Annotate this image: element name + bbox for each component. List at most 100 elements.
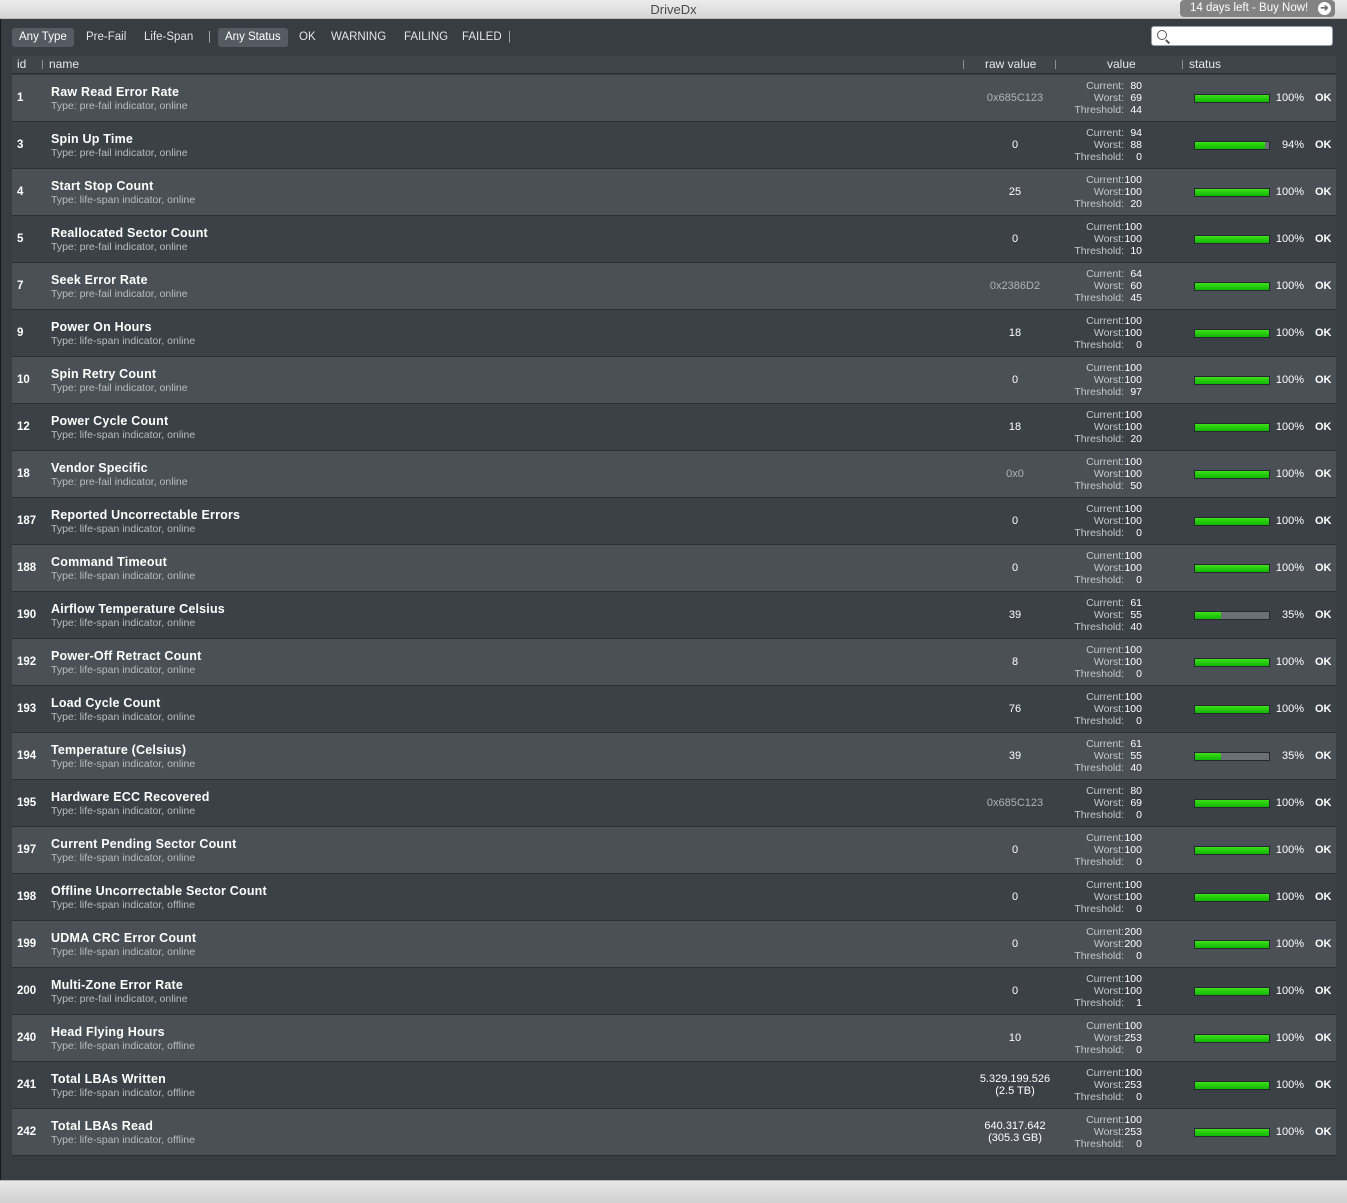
filter-any-type[interactable]: Any Type (12, 28, 74, 47)
search-input[interactable] (1172, 28, 1327, 43)
filter-ok[interactable]: OK (299, 28, 316, 47)
status-label: OK (1315, 609, 1332, 621)
search-field[interactable] (1151, 26, 1333, 46)
health-bar (1194, 1128, 1270, 1137)
attribute-type: Type: life-span indicator, online (51, 805, 196, 817)
attribute-type: Type: pre-fail indicator, online (51, 241, 188, 253)
value-block: Current: 80 Worst: 69 Threshold: 44 (1052, 80, 1152, 116)
health-bar (1194, 940, 1270, 949)
table-row[interactable]: 5 Reallocated Sector Count Type: pre-fail … (12, 216, 1336, 263)
table-row[interactable]: 187 Reported Uncorrectable Errors Type: li… (12, 498, 1336, 545)
current-label: Current: (1086, 1114, 1124, 1126)
current-value: 80 (1130, 785, 1142, 797)
column-header-status[interactable]: status (1189, 57, 1221, 71)
current-label: Current: (1086, 409, 1124, 421)
health-bar-fill (1195, 471, 1269, 478)
column-resize-handle[interactable] (963, 60, 964, 69)
table-row[interactable]: 9 Power On Hours Type: life-span indicator… (12, 310, 1336, 357)
table-row[interactable]: 10 Spin Retry Count Type: pre-fail indicat… (12, 357, 1336, 404)
table-row[interactable]: 193 Load Cycle Count Type: life-span indic… (12, 686, 1336, 733)
worst-value: 100 (1124, 233, 1142, 245)
threshold-value: 0 (1136, 903, 1142, 915)
worst-label: Worst: (1093, 703, 1124, 715)
attribute-type: Type: life-span indicator, online (51, 711, 196, 723)
table-row[interactable]: 241 Total LBAs Written Type: life-span ind… (12, 1062, 1336, 1109)
current-label: Current: (1086, 644, 1124, 656)
worst-value: 253 (1124, 1032, 1142, 1044)
attribute-name: Load Cycle Count (51, 696, 161, 710)
filter-pre-fail[interactable]: Pre-Fail (86, 28, 126, 47)
filter-failing[interactable]: FAILING (404, 28, 448, 47)
status-label: OK (1315, 280, 1332, 292)
table-row[interactable]: 199 UDMA CRC Error Count Type: life-span i… (12, 921, 1336, 968)
current-label: Current: (1086, 1067, 1124, 1079)
filter-failed[interactable]: FAILED (462, 28, 502, 47)
value-block: Current: 100 Worst: 100 Threshold: 0 (1052, 644, 1152, 680)
table-row[interactable]: 192 Power-Off Retract Count Type: life-spa… (12, 639, 1336, 686)
health-percent: 100% (1275, 374, 1304, 386)
filter-life-span[interactable]: Life-Span (144, 28, 193, 47)
table-row[interactable]: 18 Vendor Specific Type: pre-fail indicato… (12, 451, 1336, 498)
current-value: 100 (1124, 832, 1142, 844)
filter-warning[interactable]: WARNING (331, 28, 386, 47)
filter-any-status[interactable]: Any Status (218, 28, 288, 47)
worst-value: 55 (1130, 750, 1142, 762)
threshold-label: Threshold: (1074, 809, 1124, 821)
window-title: DriveDx (650, 2, 697, 17)
table-row[interactable]: 7 Seek Error Rate Type: pre-fail indicator… (12, 263, 1336, 310)
health-bar-fill (1195, 753, 1221, 760)
table-row[interactable]: 188 Command Timeout Type: life-span indica… (12, 545, 1336, 592)
table-row[interactable]: 1 Raw Read Error Rate Type: pre-fail indic… (12, 75, 1336, 122)
attribute-name: Vendor Specific (51, 461, 148, 475)
table-row[interactable]: 200 Multi-Zone Error Rate Type: pre-fail i… (12, 968, 1336, 1015)
attribute-name: Total LBAs Read (51, 1119, 154, 1133)
status-label: OK (1315, 797, 1332, 809)
health-bar-fill (1195, 988, 1269, 995)
arrow-right-circle-icon: ➜ (1318, 2, 1331, 15)
table-row[interactable]: 198 Offline Uncorrectable Sector Count Typ… (12, 874, 1336, 921)
attribute-id: 240 (17, 1032, 37, 1044)
table-row[interactable]: 242 Total LBAs Read Type: life-span indica… (12, 1109, 1336, 1156)
threshold-label: Threshold: (1074, 433, 1124, 445)
attribute-id: 7 (17, 280, 24, 292)
health-bar-fill (1195, 1129, 1269, 1136)
threshold-label: Threshold: (1074, 245, 1124, 257)
column-header-value[interactable]: value (1107, 57, 1136, 71)
current-label: Current: (1086, 926, 1124, 938)
health-bar-fill (1195, 706, 1269, 713)
table-row[interactable]: 240 Head Flying Hours Type: life-span indi… (12, 1015, 1336, 1062)
health-percent: 100% (1275, 938, 1304, 950)
buy-now-button[interactable]: 14 days left - Buy Now! ➜ (1180, 0, 1335, 17)
attribute-type: Type: life-span indicator, online (51, 946, 196, 958)
column-header-raw-value[interactable]: raw value (985, 57, 1036, 71)
column-resize-handle[interactable] (1055, 60, 1056, 69)
table-row[interactable]: 4 Start Stop Count Type: life-span indicat… (12, 169, 1336, 216)
threshold-label: Threshold: (1074, 480, 1124, 492)
column-resize-handle[interactable] (1182, 60, 1183, 69)
attribute-name: Reallocated Sector Count (51, 226, 208, 240)
threshold-label: Threshold: (1074, 527, 1124, 539)
column-resize-handle[interactable] (42, 60, 43, 69)
table-row[interactable]: 194 Temperature (Celsius) Type: life-span … (12, 733, 1336, 780)
threshold-label: Threshold: (1074, 1138, 1124, 1150)
current-label: Current: (1086, 315, 1124, 327)
threshold-value: 0 (1136, 151, 1142, 163)
column-header-id[interactable]: id (17, 57, 26, 71)
table-row[interactable]: 12 Power Cycle Count Type: life-span indic… (12, 404, 1336, 451)
health-bar-fill (1195, 236, 1269, 243)
health-percent: 100% (1275, 186, 1304, 198)
threshold-label: Threshold: (1074, 856, 1124, 868)
attribute-id: 1 (17, 92, 24, 104)
worst-value: 100 (1124, 468, 1142, 480)
attribute-id: 188 (17, 562, 37, 574)
health-bar (1194, 705, 1270, 714)
current-label: Current: (1086, 973, 1124, 985)
column-header-name[interactable]: name (49, 57, 79, 71)
table-row[interactable]: 3 Spin Up Time Type: pre-fail indicator, o… (12, 122, 1336, 169)
table-row[interactable]: 195 Hardware ECC Recovered Type: life-span… (12, 780, 1336, 827)
table-row[interactable]: 190 Airflow Temperature Celsius Type: life… (12, 592, 1336, 639)
attribute-type: Type: life-span indicator, online (51, 617, 196, 629)
health-percent: 100% (1275, 562, 1304, 574)
table-row[interactable]: 197 Current Pending Sector Count Type: lif… (12, 827, 1336, 874)
health-bar (1194, 799, 1270, 808)
